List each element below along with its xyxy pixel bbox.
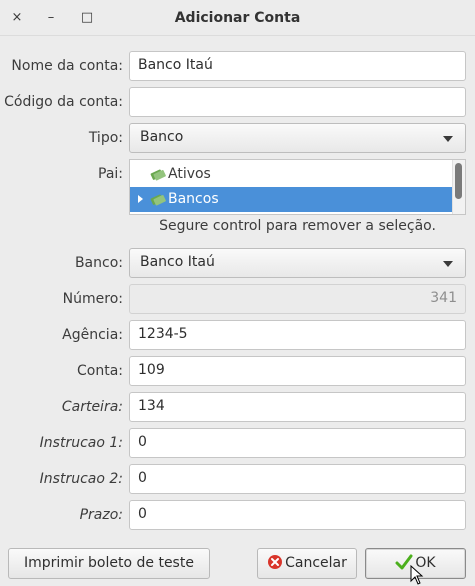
tree-item-bancos[interactable]: Bancos <box>130 187 453 212</box>
account-code-input[interactable] <box>129 87 466 117</box>
title-bar: × – □ Adicionar Conta <box>0 0 475 36</box>
chevron-down-icon <box>443 261 453 267</box>
print-button-label: Imprimir boleto de teste <box>24 555 194 571</box>
type-label: Tipo: <box>88 130 123 146</box>
chevron-down-icon <box>443 136 453 142</box>
cancel-button[interactable]: Cancelar <box>257 548 357 579</box>
tree-scrollbar[interactable] <box>452 160 465 214</box>
tree-item-label: Ativos <box>168 166 211 182</box>
type-combo-value: Banco <box>140 129 184 145</box>
scrollbar-thumb[interactable] <box>455 163 462 199</box>
account-label: Conta: <box>77 363 123 379</box>
bank-combo[interactable]: Banco Itaú <box>129 248 466 278</box>
bank-combo-value: Banco Itaú <box>140 254 215 270</box>
bank-label: Banco: <box>74 255 123 271</box>
account-code-label: Código da conta: <box>4 94 123 110</box>
agency-label: Agência: <box>62 327 123 343</box>
account-name-label: Nome da conta: <box>11 58 123 74</box>
mouse-cursor-icon <box>410 565 424 585</box>
cancel-icon <box>268 554 283 569</box>
number-label: Número: <box>62 291 123 307</box>
account-name-input[interactable]: Banco Itaú <box>129 51 466 81</box>
parent-label: Pai: <box>98 166 123 182</box>
wallet-label: Carteira: <box>61 399 123 415</box>
agency-input[interactable]: 1234-5 <box>129 320 466 350</box>
expander-arrow-icon[interactable] <box>138 195 143 203</box>
wallet-input[interactable]: 134 <box>129 392 466 422</box>
money-icon <box>150 194 166 206</box>
instruction1-input[interactable]: 0 <box>129 428 466 458</box>
type-combo[interactable]: Banco <box>129 123 466 153</box>
instruction1-label: Instrucao 1: <box>39 435 123 451</box>
deadline-input[interactable]: 0 <box>129 500 466 530</box>
print-test-boleto-button[interactable]: Imprimir boleto de teste <box>8 548 210 579</box>
number-input: 341 <box>129 284 466 314</box>
selection-hint: Segure control para remover a seleção. <box>159 218 436 234</box>
instruction2-label: Instrucao 2: <box>39 471 123 487</box>
account-input[interactable]: 109 <box>129 356 466 386</box>
tree-item-label: Bancos <box>168 191 219 207</box>
instruction2-input[interactable]: 0 <box>129 464 466 494</box>
tree-item-ativos[interactable]: Ativos <box>130 162 453 187</box>
money-icon <box>150 169 166 181</box>
window-title: Adicionar Conta <box>174 10 301 26</box>
cancel-button-label: Cancelar <box>285 555 347 571</box>
deadline-label: Prazo: <box>79 507 123 523</box>
parent-tree[interactable]: Ativos Bancos <box>129 159 466 215</box>
